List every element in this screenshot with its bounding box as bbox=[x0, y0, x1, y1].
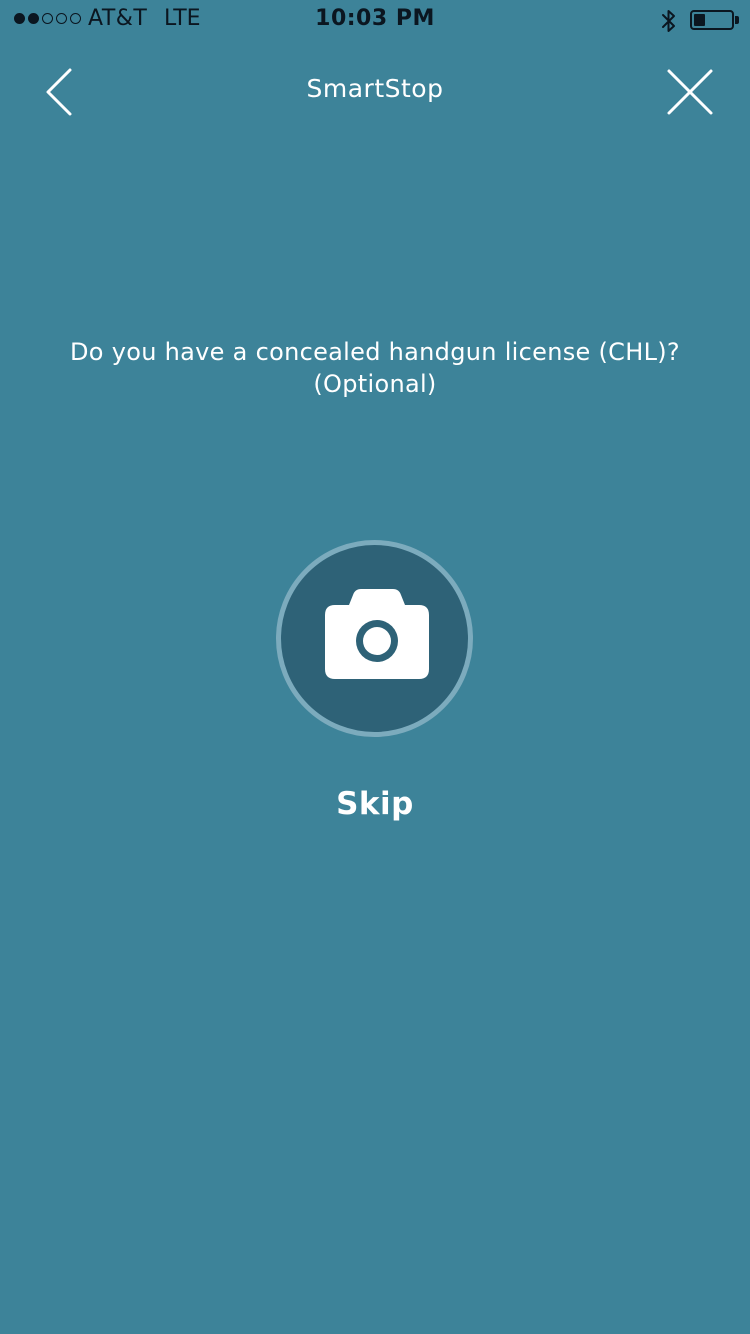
bluetooth-icon bbox=[660, 8, 678, 38]
camera-icon bbox=[325, 589, 429, 685]
status-time: 10:03 PM bbox=[315, 6, 435, 31]
question-text: Do you have a concealed handgun license … bbox=[70, 338, 680, 366]
close-button[interactable] bbox=[664, 66, 716, 118]
app-title: SmartStop bbox=[306, 74, 444, 103]
status-bar: AT&T LTE 10:03 PM bbox=[0, 0, 750, 40]
skip-button[interactable]: Skip bbox=[300, 786, 450, 832]
close-icon bbox=[667, 69, 713, 115]
question-prompt: Do you have a concealed handgun license … bbox=[40, 336, 710, 400]
question-optional-note: (Optional) bbox=[313, 370, 437, 398]
camera-button[interactable] bbox=[276, 540, 473, 737]
battery-cap bbox=[735, 16, 739, 24]
battery-level-fill bbox=[694, 14, 705, 26]
battery-icon bbox=[690, 10, 734, 30]
